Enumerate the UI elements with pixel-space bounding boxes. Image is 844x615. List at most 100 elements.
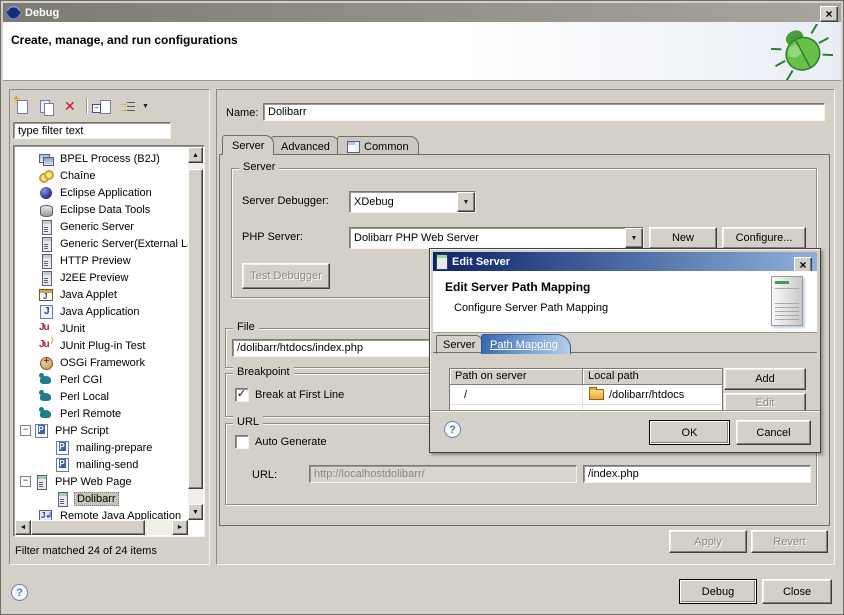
duplicate-configuration-icon[interactable] <box>38 98 55 115</box>
bpel-process-icon <box>39 152 54 166</box>
tree-item[interactable]: Java Application <box>15 303 188 320</box>
osgi-framework-icon <box>39 356 54 370</box>
tree-item[interactable]: mailing-send <box>15 456 188 473</box>
collapse-all-icon[interactable]: − <box>94 98 111 115</box>
window-close-button[interactable]: × <box>820 6 838 22</box>
tree-item[interactable]: Eclipse Data Tools <box>15 201 188 218</box>
tree-item[interactable]: BPEL Process (B2J) <box>15 150 188 167</box>
php-server-combo[interactable]: Dolibarr PHP Web Server ▼ <box>349 227 644 249</box>
table-row[interactable]: / /dolibarr/htdocs <box>450 385 722 405</box>
tree-item[interactable]: Perl CGI <box>15 371 188 388</box>
name-input[interactable] <box>263 103 825 121</box>
php-web-page-icon <box>34 475 49 489</box>
server-icon <box>39 254 54 268</box>
edit-server-banner: Edit Server Path Mapping Configure Serve… <box>433 271 817 333</box>
close-button[interactable]: Close <box>762 579 832 604</box>
apply-button[interactable]: Apply <box>669 530 747 553</box>
edit-server-heading: Edit Server Path Mapping <box>445 280 590 294</box>
server-debugger-combo[interactable]: XDebug ▼ <box>349 191 476 213</box>
url-path-input[interactable] <box>583 465 811 483</box>
dialog-tab-path-mapping[interactable]: Path Mapping <box>481 334 571 354</box>
configure-button[interactable]: Configure... <box>722 227 806 249</box>
server-debugger-label: Server Debugger: <box>242 195 329 207</box>
eclipse-application-icon <box>39 186 54 200</box>
test-debugger-button[interactable]: Test Debugger <box>242 263 330 289</box>
debug-bug-icon <box>771 24 833 80</box>
tree-item[interactable]: Perl Local <box>15 388 188 405</box>
server-icon <box>436 254 448 270</box>
configuration-tree: BPEL Process (B2J) Chaîne Eclipse Applic… <box>13 145 205 537</box>
junit-icon <box>39 322 54 336</box>
new-server-button[interactable]: New <box>649 227 717 249</box>
chevron-down-icon[interactable]: ▼ <box>457 192 475 212</box>
window-titlebar[interactable]: Debug × <box>3 3 841 22</box>
tree-vertical-scrollbar[interactable]: ▲ ▼ <box>188 147 203 520</box>
new-configuration-icon[interactable]: ✦ <box>14 98 31 115</box>
break-first-line-checkbox[interactable] <box>235 388 249 402</box>
edit-server-dialog: Edit Server × Edit Server Path Mapping C… <box>429 248 821 453</box>
help-icon[interactable]: ? <box>11 584 28 601</box>
break-first-line-label: Break at First Line <box>255 389 344 401</box>
server-icon <box>39 271 54 285</box>
collapse-expander-icon[interactable]: − <box>20 476 31 487</box>
tree-item[interactable]: −PHP Script <box>15 422 188 439</box>
chevron-down-icon[interactable]: ▼ <box>625 228 643 248</box>
tree-item[interactable]: Eclipse Application <box>15 184 188 201</box>
auto-generate-checkbox[interactable] <box>235 435 249 449</box>
perl-icon <box>39 390 54 404</box>
debug-button[interactable]: Debug <box>679 579 757 604</box>
scroll-down-icon[interactable]: ▼ <box>188 504 203 520</box>
server-icon <box>39 237 54 251</box>
scroll-up-icon[interactable]: ▲ <box>188 147 203 163</box>
tree-item-selected[interactable]: Dolibarr <box>15 490 188 507</box>
tree-item[interactable]: mailing-prepare <box>15 439 188 456</box>
column-local-path[interactable]: Local path <box>583 369 722 385</box>
collapse-expander-icon[interactable]: − <box>20 425 31 436</box>
tab-common[interactable]: Common <box>337 136 419 156</box>
table-icon <box>347 141 360 153</box>
tree-item[interactable]: J2EE Preview <box>15 269 188 286</box>
tree-item[interactable]: JUnit <box>15 320 188 337</box>
tree-item[interactable]: Generic Server(External La <box>15 235 188 252</box>
filter-icon[interactable]: →→ <box>118 98 135 115</box>
dialog-header-text: Create, manage, and run configurations <box>11 33 238 47</box>
perl-icon <box>39 373 54 387</box>
tree-item[interactable]: JUnit Plug-in Test <box>15 337 188 354</box>
table-header-row: Path on server Local path <box>450 369 722 385</box>
configurations-sidebar: ✦ ✕ − →→ ▼ BPEL Process (B2J) Chaîne Ecl… <box>9 89 210 565</box>
tree-item[interactable]: Java Applet <box>15 286 188 303</box>
database-icon <box>39 203 54 217</box>
tree-horizontal-scrollbar[interactable]: ◄ ► <box>15 520 188 535</box>
delete-configuration-icon[interactable]: ✕ <box>62 98 79 115</box>
eclipse-icon <box>6 5 21 20</box>
tree-item[interactable]: OSGi Framework <box>15 354 188 371</box>
php-file-icon <box>55 441 70 455</box>
url-base-input[interactable] <box>309 465 577 483</box>
filter-menu-dropdown-icon[interactable]: ▼ <box>142 103 149 110</box>
perl-icon <box>39 407 54 421</box>
edit-server-titlebar[interactable]: Edit Server × <box>433 252 817 271</box>
column-path-on-server[interactable]: Path on server <box>450 369 583 385</box>
revert-button[interactable]: Revert <box>751 530 828 553</box>
ok-button[interactable]: OK <box>649 420 730 445</box>
php-server-label: PHP Server: <box>242 231 303 243</box>
folder-icon <box>589 389 604 400</box>
name-label: Name: <box>226 107 258 119</box>
cancel-button[interactable]: Cancel <box>736 420 811 445</box>
tree-item[interactable]: Remote Java Application <box>15 507 188 520</box>
filter-input[interactable] <box>13 122 171 139</box>
filter-status-text: Filter matched 24 of 24 items <box>15 545 157 557</box>
tree-item[interactable]: Chaîne <box>15 167 188 184</box>
php-file-icon <box>55 458 70 472</box>
add-mapping-button[interactable]: Add <box>724 368 806 390</box>
tree-item[interactable]: Perl Remote <box>15 405 188 422</box>
tree-item[interactable]: HTTP Preview <box>15 252 188 269</box>
edit-server-subheading: Configure Server Path Mapping <box>454 302 608 314</box>
tree-item[interactable]: −PHP Web Page <box>15 473 188 490</box>
help-icon[interactable]: ? <box>444 421 461 438</box>
tab-server[interactable]: Server <box>222 135 274 155</box>
scroll-left-icon[interactable]: ◄ <box>15 520 31 535</box>
scroll-right-icon[interactable]: ► <box>172 520 188 535</box>
tree-item[interactable]: Generic Server <box>15 218 188 235</box>
tab-advanced[interactable]: Advanced <box>271 136 340 156</box>
